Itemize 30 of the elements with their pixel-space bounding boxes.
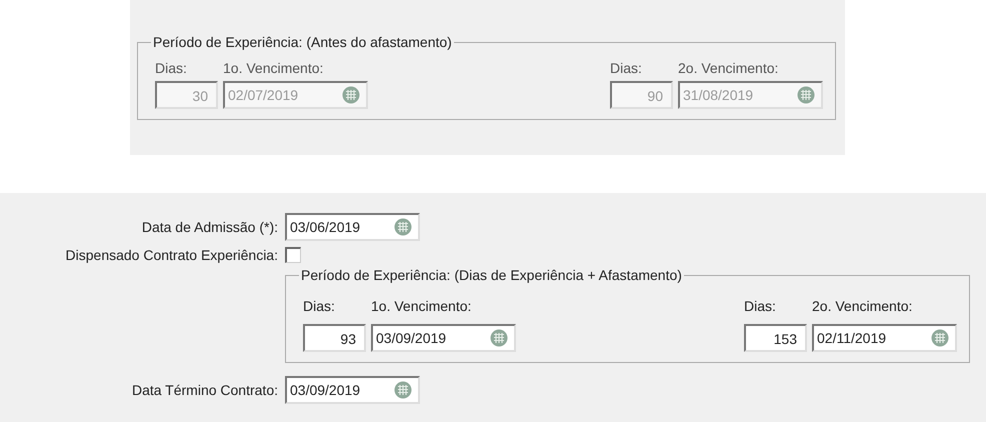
group-title: Período de Experiência: (Antes do afastamento): [152, 34, 453, 50]
date-value: 03/06/2019: [290, 219, 360, 235]
days-label: Dias:: [155, 60, 188, 76]
days-label: Dias:: [303, 298, 336, 314]
date-value: 02/07/2019: [228, 87, 298, 103]
due-date-label: 1o. Vencimento:: [223, 60, 324, 76]
date-field[interactable]: 03/06/2019: [285, 213, 420, 241]
field-label: Data Término Contrato:: [130, 382, 278, 398]
calendar-icon[interactable]: [931, 329, 949, 347]
date-field[interactable]: 03/09/2019: [285, 376, 420, 404]
days-label: Dias:: [610, 60, 643, 76]
due-date-label: 2o. Vencimento:: [812, 298, 914, 314]
field-label: Dispensado Contrato Experiência:: [64, 247, 278, 263]
date-value: 02/11/2019: [817, 330, 886, 346]
due-date-field[interactable]: 03/09/2019: [371, 324, 516, 352]
days-field[interactable]: 93: [303, 324, 366, 352]
checkbox[interactable]: [285, 247, 301, 263]
calendar-icon[interactable]: [394, 381, 412, 399]
date-value: 31/08/2019: [683, 87, 754, 103]
due-date-label: 1o. Vencimento:: [371, 298, 472, 314]
due-date-label: 2o. Vencimento:: [678, 60, 780, 76]
date-value: 03/09/2019: [376, 330, 446, 346]
calendar-icon[interactable]: [490, 329, 508, 347]
group-title: Período de Experiência: (Dias de Experiência + Afastamento): [300, 267, 683, 283]
field-label: Data de Admissão (*):: [140, 219, 278, 235]
days-field[interactable]: 153: [744, 324, 807, 352]
date-value: 03/09/2019: [290, 382, 360, 398]
days-label: Dias:: [744, 298, 777, 314]
due-date-field[interactable]: 02/11/2019: [812, 324, 957, 352]
calendar-icon[interactable]: [394, 218, 412, 236]
